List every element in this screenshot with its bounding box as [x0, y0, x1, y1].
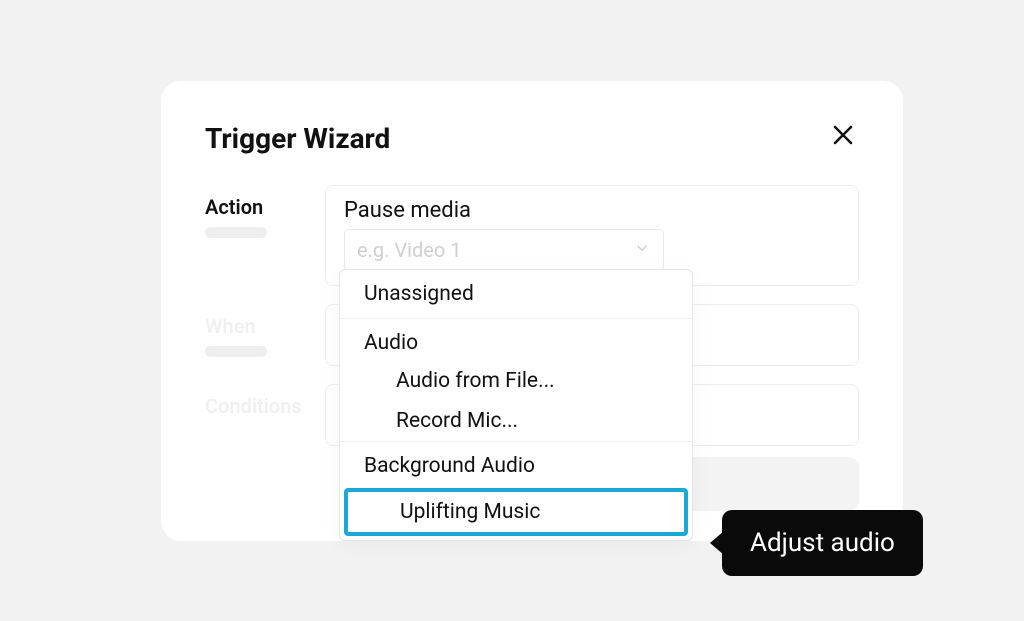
action-value: Pause media	[344, 198, 840, 223]
adjust-audio-tooltip: Adjust audio	[722, 510, 923, 576]
page-background: Trigger Wizard Action Pause media e.g. V…	[18, 18, 1006, 603]
when-label: When	[205, 314, 325, 338]
dropdown-header-background-audio: Background Audio	[340, 442, 692, 484]
action-label: Action	[205, 195, 325, 219]
dropdown-item-audio-from-file[interactable]: Audio from File...	[340, 361, 692, 401]
modal-header: Trigger Wizard	[205, 119, 859, 157]
action-label-col: Action	[205, 185, 325, 238]
tooltip-label: Adjust audio	[750, 528, 895, 558]
tooltip-arrow-icon	[710, 531, 724, 555]
dropdown-item-unassigned[interactable]: Unassigned	[340, 270, 692, 318]
skeleton-bar	[205, 346, 267, 357]
modal-title: Trigger Wizard	[205, 122, 390, 155]
when-label-col: When	[205, 304, 325, 357]
chevron-down-icon	[633, 239, 651, 261]
conditions-label-col: Conditions	[205, 384, 325, 418]
dropdown-item-uplifting-music[interactable]: Uplifting Music	[344, 488, 688, 536]
conditions-label: Conditions	[205, 394, 325, 418]
skeleton-bar	[205, 227, 267, 238]
media-dropdown: Unassigned Audio Audio from File... Reco…	[339, 269, 693, 541]
media-select[interactable]: e.g. Video 1	[344, 229, 664, 271]
dropdown-item-record-mic[interactable]: Record Mic...	[340, 401, 692, 441]
dropdown-header-audio: Audio	[340, 319, 692, 361]
close-icon[interactable]	[827, 119, 859, 157]
select-placeholder: e.g. Video 1	[357, 238, 461, 262]
